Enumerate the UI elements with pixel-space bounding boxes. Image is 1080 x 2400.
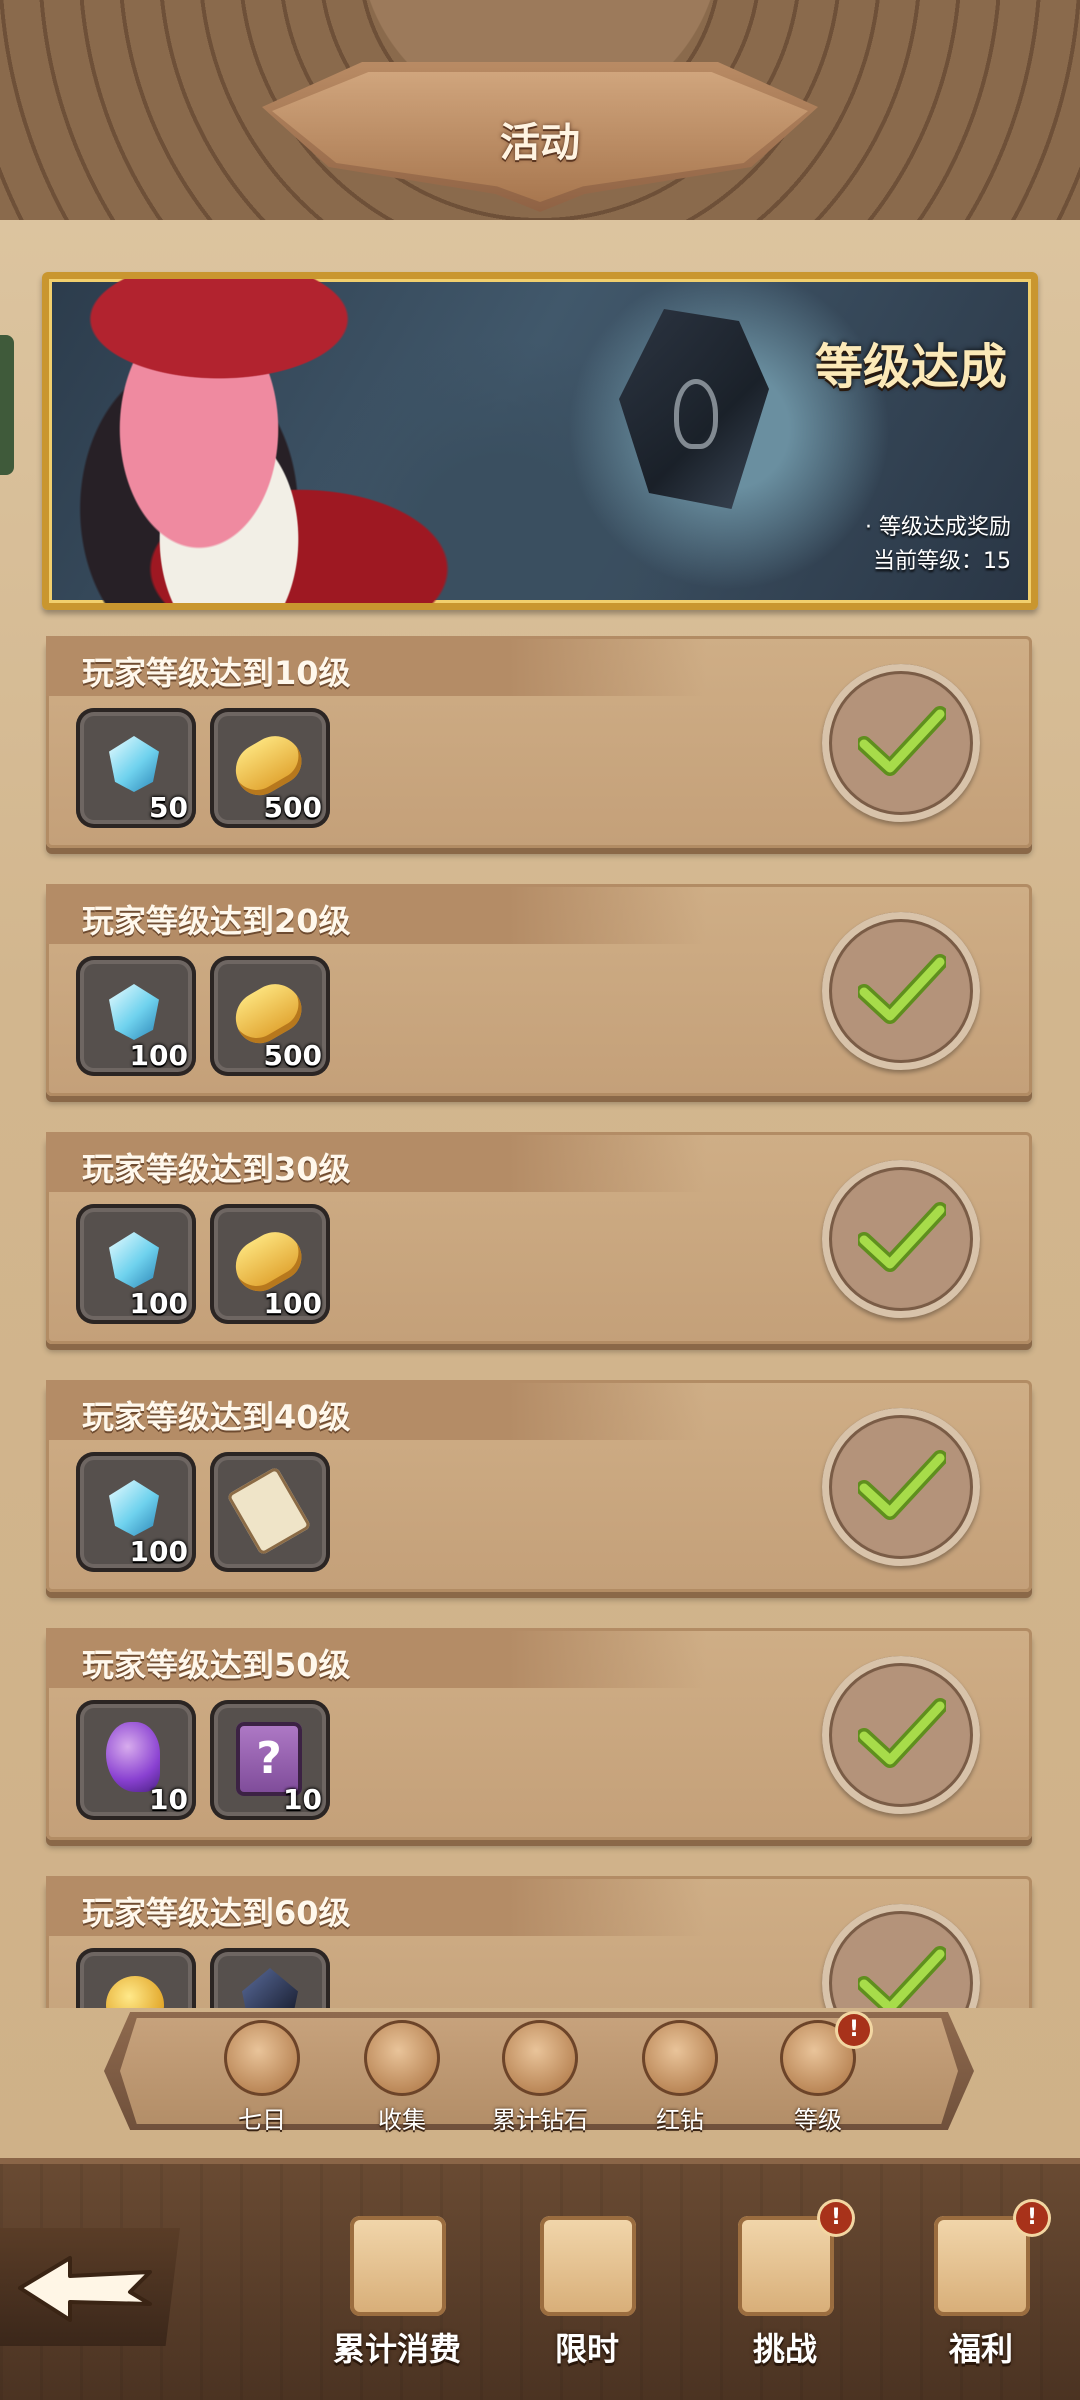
tab-seven-day[interactable]: 七日 [202,2000,322,2140]
reward-qty: 10 [283,1783,322,1816]
checkmark-icon [858,1698,946,1768]
crystal-rune-icon [674,379,718,449]
claimed-check-button[interactable] [822,1408,980,1566]
coin-icon [106,1976,164,2008]
diamond-icon [109,1480,159,1536]
checkmark-icon [858,954,946,1024]
back-arrow-icon [18,2256,152,2322]
book-icon [364,2020,440,2096]
task-title: 玩家等级达到30级 [82,1150,351,1188]
reward-slot[interactable]: 10 [76,1700,196,1820]
task-card: 玩家等级达到40级 100 [46,1380,1032,1592]
task-card: 玩家等级达到50级 10 ? 10 [46,1628,1032,1840]
nav-cumulative-spend[interactable]: 累计消费 [312,2200,482,2380]
reward-qty: 100 [129,1039,188,1072]
reward-qty: 500 [263,1039,322,1072]
welfare-card-icon [934,2216,1030,2316]
current-level: 当前等级：15 [865,545,1011,579]
current-level-value: 15 [983,549,1011,574]
scroll-icon [226,1466,312,1556]
reward-slot[interactable] [210,1452,330,1572]
checkmark-icon [858,706,946,776]
reward-slot[interactable]: 100 [76,1452,196,1572]
reward-slot[interactable] [76,1948,196,2008]
nav-label: 限时 [554,2330,619,2368]
task-title: 玩家等级达到50级 [82,1646,351,1684]
checkmark-icon [858,1946,946,2008]
reward-slot[interactable]: 100 [76,956,196,1076]
nav-label: 累计消费 [332,2330,461,2368]
reward-slot[interactable]: 500 [210,956,330,1076]
banner-title: 等级达成 [814,339,1007,395]
alert-icon: ! [1016,2202,1048,2234]
reward-qty: 100 [129,1535,188,1568]
reward-line: · 等级达成奖励 [865,515,1011,540]
claimed-check-button[interactable] [822,1656,980,1814]
page-title: 活动 [500,120,580,166]
diamond-bag-icon [502,2020,578,2096]
tab-label: 收集 [378,2106,426,2134]
task-title: 玩家等级达到60级 [82,1894,351,1932]
event-banner: 等级达成 · 等级达成奖励 当前等级：15 [42,272,1038,610]
reward-slot[interactable]: 500 [210,708,330,828]
reward-slot[interactable]: 100 [76,1204,196,1324]
tab-cumulative-diamond[interactable]: 累计钻石 [480,2000,600,2140]
reward-qty: 10 [149,1783,188,1816]
claimed-check-button[interactable] [822,912,980,1070]
reward-slot[interactable]: ? 10 [210,1700,330,1820]
back-button[interactable] [0,2228,180,2346]
sword-icon [738,2216,834,2316]
reward-qty: 100 [263,1287,322,1320]
tab-level[interactable]: 等级 ! [758,2000,878,2140]
reward-qty: 500 [263,791,322,824]
banner-flag-icon [540,2216,636,2316]
nav-label: 挑战 [752,2330,817,2368]
task-card: 玩家等级达到30级 100 100 [46,1132,1032,1344]
tab-label: 红钻 [656,2106,704,2134]
spirit-icon [106,1722,160,1792]
claimed-check-button[interactable] [822,1160,980,1318]
task-card: 玩家等级达到60级 [46,1876,1032,2008]
task-card: 玩家等级达到10级 50 500 [46,636,1032,848]
diamond-icon [109,736,159,792]
checkmark-icon [858,1202,946,1272]
reward-slot[interactable]: 100 [210,1204,330,1324]
checkmark-icon [858,1450,946,1520]
reward-slot[interactable] [210,1948,330,2008]
claimed-check-button[interactable] [822,664,980,822]
claimed-check-button[interactable] [822,1904,980,2008]
money-bag-icon [642,2020,718,2096]
side-pull-tab[interactable] [0,335,14,475]
banner-info: · 等级达成奖励 当前等级：15 [865,511,1011,579]
task-title: 玩家等级达到40级 [82,1398,351,1436]
tab-label: 七日 [238,2106,286,2134]
seven-day-scroll-icon [224,2020,300,2096]
gift-box-icon [350,2216,446,2316]
alert-icon: ! [820,2202,852,2234]
nav-label: 福利 [948,2330,1013,2368]
reward-slot[interactable]: 50 [76,708,196,828]
alert-icon: ! [838,2014,870,2046]
task-card: 玩家等级达到20级 100 500 [46,884,1032,1096]
reward-qty: 100 [129,1287,188,1320]
diamond-icon [109,984,159,1040]
task-title: 玩家等级达到10级 [82,654,351,692]
nav-limited-time[interactable]: 限时 [502,2200,672,2380]
tab-red-diamond[interactable]: 红钻 [620,2000,740,2140]
nav-challenge[interactable]: 挑战 ! [700,2200,870,2380]
witch-character-illustration [49,279,489,603]
task-title: 玩家等级达到20级 [82,902,351,940]
reward-qty: 50 [149,791,188,824]
tab-label: 累计钻石 [492,2106,588,2134]
tab-collect[interactable]: 收集 [342,2000,462,2140]
current-level-label: 当前等级： [872,549,983,574]
task-list[interactable]: 玩家等级达到10级 50 500 玩家等级达到20级 100 500 玩家等级达… [0,628,1080,2008]
tab-label: 等级 [794,2106,842,2134]
nav-welfare[interactable]: 福利 ! [896,2200,1066,2380]
diamond-icon [109,1232,159,1288]
